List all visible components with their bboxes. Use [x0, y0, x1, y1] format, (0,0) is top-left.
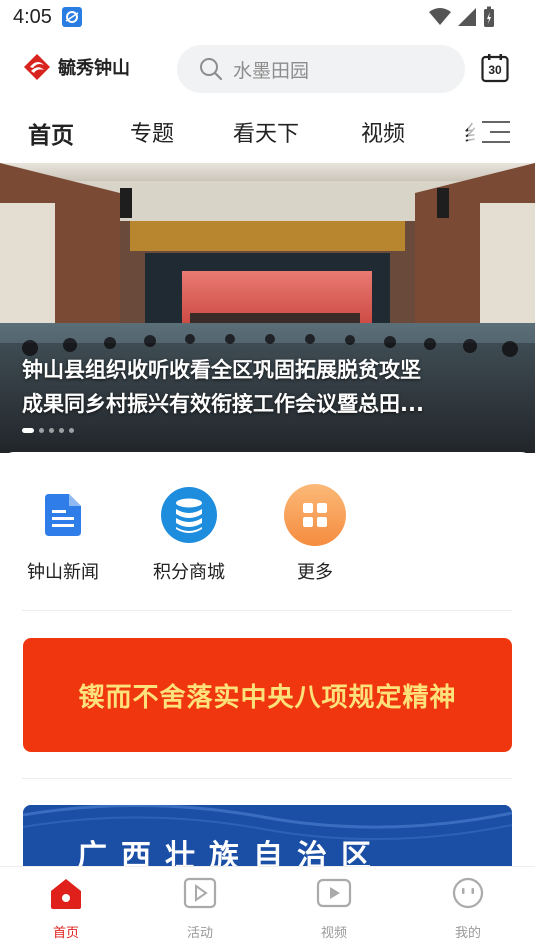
quick-link-label: 积分商城 — [153, 562, 225, 583]
home-icon — [48, 875, 84, 911]
carousel-dot — [49, 428, 54, 433]
nav-home[interactable]: 首页 — [26, 875, 106, 941]
promo-banner[interactable]: 锲而不舍落实中央八项规定精神 — [23, 638, 512, 752]
calendar-button[interactable]: 30 — [481, 53, 509, 83]
banner-caption-line2: 成果同乡村振兴有效衔接工作会议暨总田... — [22, 392, 424, 416]
nav-profile[interactable]: 我的 — [428, 875, 508, 941]
signal-icon — [458, 8, 476, 26]
database-icon — [158, 484, 220, 546]
nav-activity[interactable]: 活动 — [160, 875, 240, 941]
carousel-dot — [59, 428, 64, 433]
banner-caption-line1: 钟山县组织收听收看全区巩固拓展脱贫攻坚 — [22, 358, 421, 382]
nav-label: 视频 — [320, 926, 347, 941]
carousel-dots — [22, 428, 74, 433]
tab-menu-button[interactable] — [468, 112, 535, 152]
profile-icon — [450, 875, 486, 911]
menu-icon — [482, 121, 510, 143]
logo-mark-icon — [24, 54, 50, 80]
top-header: 毓秀钟山 水墨田园 30 — [0, 40, 535, 98]
promo-banner-text: 锲而不舍落实中央八项规定精神 — [78, 682, 457, 713]
quick-link-news[interactable]: 钟山新闻 — [18, 484, 108, 584]
nav-video[interactable]: 视频 — [294, 875, 374, 941]
quick-link-more[interactable]: 更多 — [270, 484, 360, 584]
home-content: 钟山新闻 积分商城 更多 锲而不舍落实中央八项规定精神 广西壮族自治区 — [0, 452, 535, 872]
carousel-dot — [39, 428, 44, 433]
nav-label: 首页 — [52, 926, 79, 941]
video-icon — [316, 875, 352, 911]
tab-topics[interactable]: 专题 — [130, 116, 174, 148]
banner-caption: 钟山县组织收听收看全区巩固拓展脱贫攻坚 成果同乡村振兴有效衔接工作会议暨总田..… — [22, 353, 502, 421]
activity-icon — [182, 875, 218, 911]
app-screen: 4:05 毓秀钟山 水墨田园 30 首页 专题 看天下 视频 钟山县组织收听收看… — [0, 0, 535, 951]
grid-icon — [284, 484, 346, 546]
status-bar: 4:05 — [0, 0, 535, 36]
quick-link-points-mall[interactable]: 积分商城 — [144, 484, 234, 584]
status-icons — [429, 6, 495, 28]
section-divider — [22, 778, 512, 779]
quick-link-label: 钟山新闻 — [27, 562, 99, 583]
category-tabs: 首页 专题 看天下 视频 纟 — [0, 104, 535, 160]
calendar-day: 30 — [488, 63, 502, 77]
notification-app-icon — [62, 7, 82, 27]
logo-text: 毓秀钟山 — [58, 58, 130, 79]
carousel-dot — [22, 428, 34, 433]
bottom-navigation: 首页 活动 视频 我的 — [0, 866, 535, 951]
nav-label: 我的 — [454, 926, 481, 941]
tab-video[interactable]: 视频 — [361, 116, 405, 148]
battery-icon — [484, 6, 494, 27]
search-icon — [200, 58, 223, 81]
tab-home[interactable]: 首页 — [28, 116, 74, 150]
quick-link-label: 更多 — [297, 562, 333, 583]
carousel-dot — [69, 428, 74, 433]
search-placeholder: 水墨田园 — [233, 59, 310, 82]
app-logo[interactable]: 毓秀钟山 — [22, 52, 130, 82]
tab-world[interactable]: 看天下 — [233, 116, 299, 148]
wifi-icon — [429, 8, 451, 25]
status-time: 4:05 — [13, 6, 52, 28]
region-banner[interactable]: 广西壮族自治区 — [23, 805, 512, 872]
search-bar[interactable]: 水墨田园 — [177, 45, 465, 93]
news-carousel[interactable]: 钟山县组织收听收看全区巩固拓展脱贫攻坚 成果同乡村振兴有效衔接工作会议暨总田..… — [0, 163, 535, 453]
section-divider — [22, 610, 512, 611]
nav-label: 活动 — [186, 926, 213, 941]
document-icon — [32, 484, 94, 546]
